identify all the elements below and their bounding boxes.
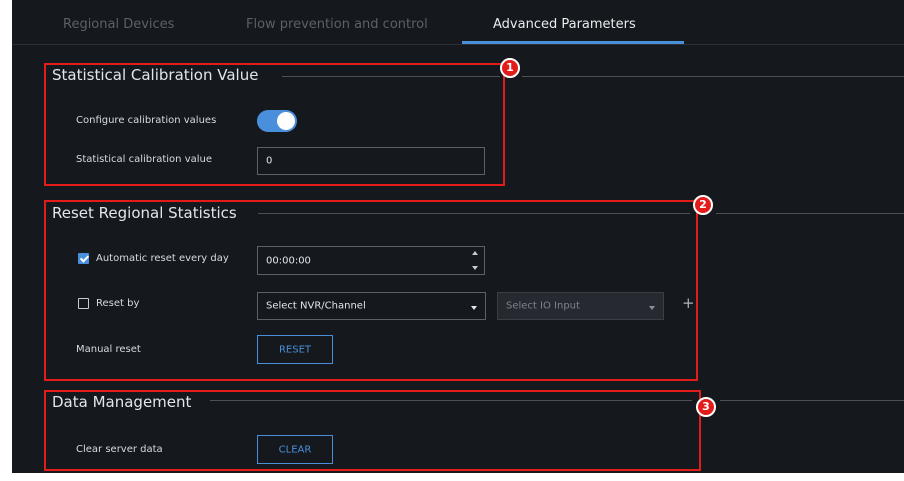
section-divider — [720, 400, 904, 401]
section-divider — [716, 213, 904, 214]
tab-flow-prevention[interactable]: Flow prevention and control — [246, 0, 428, 44]
highlight-box-2 — [44, 200, 698, 381]
tab-regional-devices[interactable]: Regional Devices — [63, 0, 174, 44]
callout-badge-3: 3 — [696, 397, 716, 417]
active-tab-indicator — [462, 41, 684, 44]
page-frame-bottom — [0, 473, 904, 481]
callout-badge-2: 2 — [693, 195, 713, 215]
tab-bar: Regional Devices Flow prevention and con… — [12, 0, 904, 45]
highlight-box-3 — [44, 390, 701, 471]
callout-badge-1: 1 — [500, 58, 520, 78]
section-divider — [522, 76, 904, 77]
highlight-box-1 — [44, 63, 505, 186]
page-frame-left — [0, 0, 12, 481]
tab-advanced-parameters[interactable]: Advanced Parameters — [493, 0, 636, 44]
